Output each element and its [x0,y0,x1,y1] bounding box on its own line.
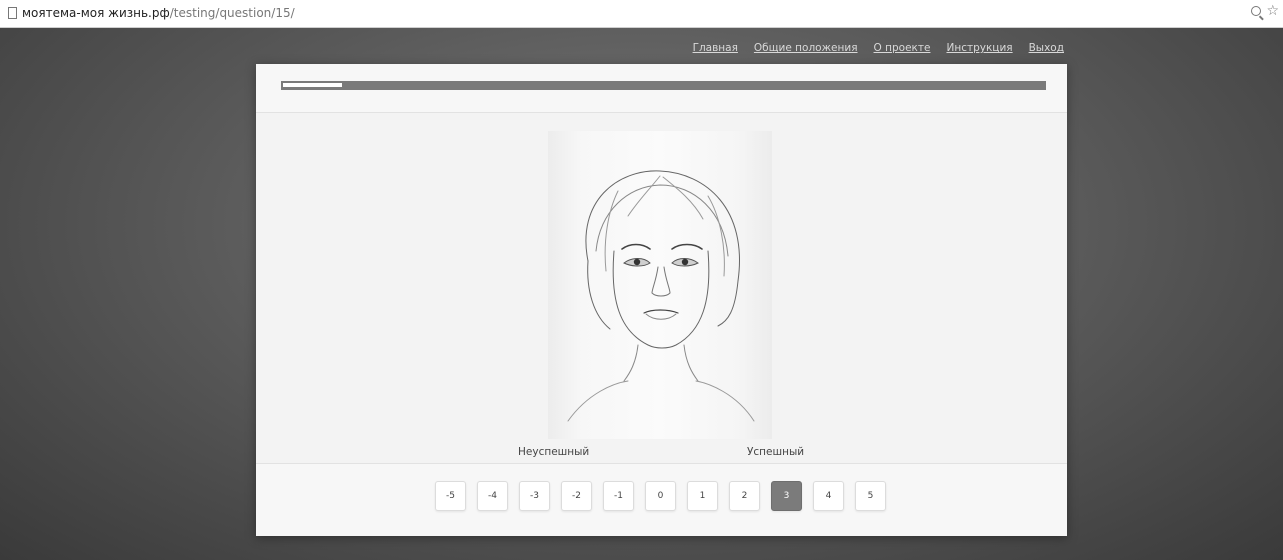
address-bar[interactable]: моятема-моя жизнь.рф/testing/question/15… [0,0,1283,28]
url-text[interactable]: моятема-моя жизнь.рф/testing/question/15… [22,6,295,20]
rating-button[interactable]: -1 [603,481,634,511]
portrait-image [548,131,772,439]
rating-button[interactable]: -4 [477,481,508,511]
nav-link-home[interactable]: Главная [693,42,738,54]
url-path: /testing/question/15/ [169,6,295,20]
rating-button[interactable]: -3 [519,481,550,511]
scale-label-successful: Успешный [747,446,805,458]
top-navigation: Главная Общие положения О проекте Инстру… [693,42,1064,54]
page-icon [8,7,17,19]
rating-button[interactable]: 0 [645,481,676,511]
rating-button[interactable]: 1 [687,481,718,511]
rating-button[interactable]: -2 [561,481,592,511]
scale-label-unsuccessful: Неуспешный [518,446,590,458]
bookmark-star-icon[interactable]: ☆ [1266,3,1279,19]
rating-button[interactable]: 2 [729,481,760,511]
progress-fill [283,83,342,87]
rating-scale: -5 -4 -3 -2 -1 0 1 2 3 4 5 [435,481,886,511]
rating-button[interactable]: 3 [771,481,802,511]
rating-footer: -5 -4 -3 -2 -1 0 1 2 3 4 5 [256,463,1067,536]
rating-button[interactable]: 4 [813,481,844,511]
nav-link-logout[interactable]: Выход [1029,42,1064,54]
url-domain: моятема-моя жизнь.рф [22,6,170,20]
nav-link-about[interactable]: О проекте [874,42,931,54]
progress-bar [281,81,1046,90]
question-card: Неуспешный Успешный -5 -4 -3 -2 -1 0 1 2 3 4 5 [256,64,1067,536]
zoom-icon[interactable] [1251,6,1261,16]
nav-link-instructions[interactable]: Инструкция [946,42,1012,54]
card-header [256,64,1067,113]
rating-button[interactable]: -5 [435,481,466,511]
rating-button[interactable]: 5 [855,481,886,511]
nav-link-general-provisions[interactable]: Общие положения [754,42,858,54]
